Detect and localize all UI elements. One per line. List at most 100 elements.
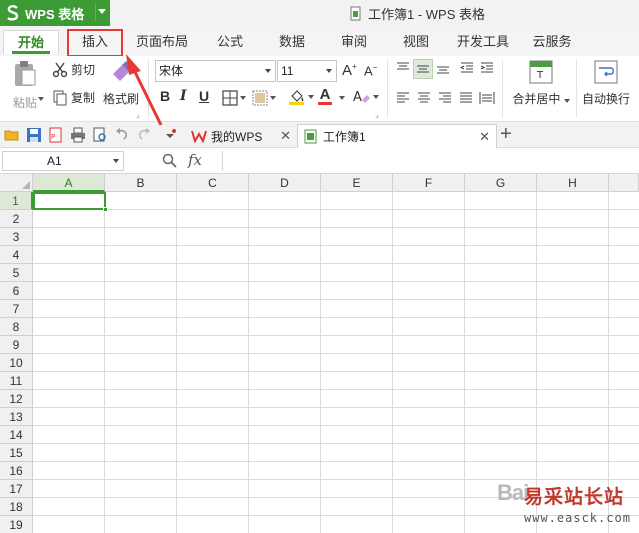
bold-button[interactable]: B [160,88,170,104]
chevron-down-icon [98,9,106,14]
name-box[interactable]: A1 [2,151,124,171]
font-dialog-launcher[interactable]: ⌟ [375,110,379,119]
align-center-icon [418,92,430,103]
row-header[interactable]: 15 [0,444,33,462]
tab-formulas[interactable]: 公式 [206,30,254,54]
close-icon[interactable]: ✕ [280,128,291,144]
active-cell-a1[interactable] [33,192,108,212]
save-icon[interactable] [26,127,42,143]
row-header[interactable]: 14 [0,426,33,444]
customize-toolbar-icon[interactable] [162,127,178,143]
column-header[interactable]: D [249,174,321,192]
wps-logo-icon [7,5,19,21]
formula-input[interactable] [222,151,639,171]
font-color-button[interactable]: A [318,87,332,105]
row-header[interactable]: 4 [0,246,33,264]
wrap-icon [594,60,618,84]
row-header[interactable]: 2 [0,210,33,228]
clear-format-button[interactable]: A [353,89,379,105]
row-header[interactable]: 13 [0,408,33,426]
row-header[interactable]: 1 [0,192,33,210]
column-header[interactable]: E [321,174,393,192]
redo-icon[interactable] [136,127,152,143]
borders-button[interactable] [222,90,246,106]
font-size-select[interactable]: 11 [277,60,337,82]
tab-data[interactable]: 数据 [268,30,316,54]
tab-review[interactable]: 审阅 [330,30,378,54]
wrap-text-button[interactable]: 自动换行 [580,60,632,118]
row-header[interactable]: 12 [0,390,33,408]
document-icon [350,6,361,21]
undo-icon[interactable] [114,127,130,143]
tab-home[interactable]: 开始 [3,30,59,54]
column-header[interactable]: C [177,174,249,192]
paste-button[interactable]: 粘贴 [8,60,42,118]
align-center-button[interactable] [417,91,431,105]
new-tab-button[interactable]: + [500,123,512,146]
row-header[interactable]: 5 [0,264,33,282]
row-header[interactable]: 7 [0,300,33,318]
zoom-icon[interactable] [162,153,177,168]
shrink-font-button[interactable]: A− [364,63,377,78]
underline-button[interactable]: U [199,88,209,104]
row-header[interactable]: 11 [0,372,33,390]
column-header[interactable]: G [465,174,537,192]
italic-button[interactable]: I [180,88,187,104]
column-header[interactable]: H [537,174,609,192]
column-header[interactable] [609,174,639,192]
cut-button[interactable]: 剪切 [52,61,95,78]
fill-handle[interactable] [103,207,108,212]
row-header[interactable]: 8 [0,318,33,336]
row-header[interactable]: 18 [0,498,33,516]
fill-color-button[interactable] [288,88,314,106]
column-header[interactable]: B [105,174,177,192]
row-header[interactable]: 9 [0,336,33,354]
pdf-icon[interactable]: P [48,127,64,143]
decrease-indent-button[interactable] [460,61,474,75]
print-icon[interactable] [70,127,86,143]
column-header[interactable]: F [393,174,465,192]
grow-font-button[interactable]: A+ [342,62,357,79]
distribute-button[interactable] [479,91,495,105]
row-header[interactable]: 19 [0,516,33,533]
align-right-button[interactable] [438,91,452,105]
row-header[interactable]: 16 [0,462,33,480]
insert-tab-highlight [67,29,123,57]
increase-indent-button[interactable] [480,61,494,75]
font-color-dropdown[interactable] [339,96,345,100]
align-bottom-button[interactable] [436,61,450,75]
merge-center-button[interactable]: T 合并居中 [510,60,572,118]
align-left-button[interactable] [396,91,410,105]
spreadsheet-icon [304,129,317,144]
copy-button[interactable]: 复制 [52,89,95,106]
tab-cloud-service[interactable]: 云服务 [524,30,580,54]
tab-page-layout[interactable]: 页面布局 [131,30,193,54]
doc-tab-workbook[interactable]: 工作簿1 ✕ [297,124,497,148]
format-painter-button[interactable]: 格式刷 [102,60,140,118]
column-header[interactable]: A [33,174,105,192]
justify-button[interactable] [459,91,473,105]
clipboard-dialog-launcher[interactable]: ⌟ [136,110,140,119]
align-left-icon [397,92,409,103]
select-all-button[interactable] [0,174,33,192]
paste-dropdown-icon[interactable] [38,97,44,101]
tab-view[interactable]: 视图 [392,30,440,54]
align-right-icon [439,92,451,103]
row-header[interactable]: 3 [0,228,33,246]
row-header[interactable]: 17 [0,480,33,498]
wps-home-icon [191,130,207,143]
row-header[interactable]: 6 [0,282,33,300]
app-menu-button[interactable]: WPS 表格 [0,0,110,26]
print-preview-icon[interactable] [92,127,108,143]
svg-text:P: P [51,133,55,141]
close-icon[interactable]: ✕ [479,129,490,145]
insert-function-button[interactable]: fx [188,151,202,169]
font-name-select[interactable]: 宋体 [155,60,276,82]
doc-tab-my-wps[interactable]: 我的WPS ✕ [185,124,297,148]
align-top-button[interactable] [396,61,410,75]
cell-style-button[interactable] [252,90,276,106]
tab-developer[interactable]: 开发工具 [452,30,514,54]
row-header[interactable]: 10 [0,354,33,372]
align-middle-button[interactable] [413,59,433,79]
open-icon[interactable] [4,127,20,143]
